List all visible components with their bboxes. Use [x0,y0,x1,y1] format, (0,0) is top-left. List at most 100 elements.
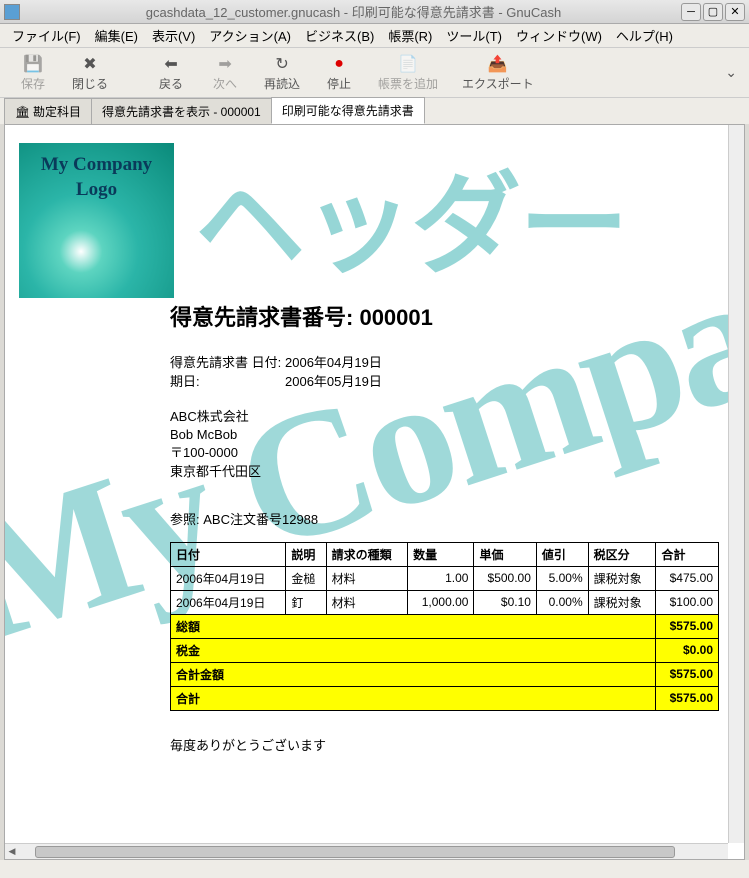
close-window-button[interactable]: ✕ [725,3,745,21]
tab-printable-invoice-label: 印刷可能な得意先請求書 [282,102,414,119]
toolbar-overflow-icon[interactable]: ⌄ [721,60,741,85]
close-icon: ✖ [79,53,101,75]
reload-label: 再読込 [264,75,300,92]
cell-discount: 5.00% [536,566,588,590]
table-row: 2006年04月19日金槌材料1.00$500.005.00%課税対象$475.… [171,566,719,590]
invoice-body: 得意先請求書番号: 000001 得意先請求書 日付: 2006年04月19日 … [170,300,719,754]
app-icon [4,4,20,20]
scroll-left-icon[interactable]: ◀ [5,845,19,859]
back-button[interactable]: ⬅ 戻る [146,51,196,94]
cell-date: 2006年04月19日 [171,566,286,590]
reload-button[interactable]: ↻ 再読込 [254,51,310,94]
cell-unit: $0.10 [474,590,536,614]
tab-show-invoice[interactable]: 得意先請求書を表示 - 000001 [91,98,272,124]
forward-button: ➡ 次へ [200,51,250,94]
statusbar [0,860,749,878]
col-discount: 値引 [536,542,588,566]
tab-bar: 🏛 勘定科目 得意先請求書を表示 - 000001 印刷可能な得意先請求書 [0,98,749,124]
invoice-dates: 得意先請求書 日付: 2006年04月19日 期日: 2006年05月19日 [170,352,719,390]
tax-row: 税金 $0.00 [171,638,719,662]
menu-help[interactable]: ヘルプ(H) [610,24,679,47]
horizontal-scrollbar[interactable]: ◀ [5,843,728,859]
titlebar: gcashdata_12_customer.gnucash - 印刷可能な得意先… [0,0,749,24]
save-label: 保存 [21,75,45,92]
cell-type: 材料 [326,566,408,590]
forward-icon: ➡ [214,53,236,75]
reload-icon: ↻ [271,53,293,75]
thanks-message: 毎度ありがとうございます [170,735,719,754]
forward-label: 次へ [213,75,237,92]
col-date: 日付 [171,542,286,566]
minimize-button[interactable]: ─ [681,3,701,21]
vertical-scrollbar[interactable] [728,125,744,843]
menu-business[interactable]: ビジネス(B) [299,24,380,47]
tab-show-invoice-label: 得意先請求書を表示 - 000001 [102,103,261,120]
invoice-title: 得意先請求書番号: 000001 [170,300,719,332]
menu-file[interactable]: ファイル(F) [6,24,87,47]
col-total: 合計 [656,542,719,566]
col-unit: 単価 [474,542,536,566]
total-row: 合計 $575.00 [171,686,719,710]
logo-line2: Logo [41,178,152,203]
toolbar: 💾 保存 ✖ 閉じる ⬅ 戻る ➡ 次へ ↻ 再読込 ● 停止 📄 帳票を追加 … [0,48,749,98]
logo-line1: My Company [41,153,152,178]
cell-qty: 1,000.00 [408,590,474,614]
cell-total: $475.00 [656,566,719,590]
amount-row: 合計金額 $575.00 [171,662,719,686]
menu-edit[interactable]: 編集(E) [89,24,144,47]
customer-line4: 東京都千代田区 [170,463,719,481]
tab-printable-invoice[interactable]: 印刷可能な得意先請求書 [271,97,425,124]
close-button[interactable]: ✖ 閉じる [62,51,118,94]
col-tax: 税区分 [588,542,656,566]
stop-button[interactable]: ● 停止 [314,51,364,94]
back-label: 戻る [159,75,183,92]
tab-accounts[interactable]: 🏛 勘定科目 [4,98,92,124]
cell-discount: 0.00% [536,590,588,614]
cell-unit: $500.00 [474,566,536,590]
save-button: 💾 保存 [8,51,58,94]
menubar: ファイル(F) 編集(E) 表示(V) アクション(A) ビジネス(B) 帳票(… [0,24,749,48]
report-content: ヘッダー My Company My Company Logo 得意先請求書番号… [4,124,745,860]
tab-accounts-label: 勘定科目 [33,103,81,120]
scroll-thumb[interactable] [35,846,675,858]
menu-actions[interactable]: アクション(A) [203,24,297,47]
maximize-button[interactable]: ▢ [703,3,723,21]
col-qty: 数量 [408,542,474,566]
invoice-date-value: 2006年04月19日 [285,352,382,371]
table-row: 2006年04月19日釘材料1,000.00$0.100.00%課税対象$100… [171,590,719,614]
cell-date: 2006年04月19日 [171,590,286,614]
invoice-date-label: 得意先請求書 日付: [170,352,285,371]
close-label: 閉じる [72,75,108,92]
customer-line3: 〒100-0000 [170,444,719,462]
company-logo: My Company Logo [19,143,174,298]
header-watermark: ヘッダー [195,135,627,295]
cell-tax: 課税対象 [588,590,656,614]
due-date-value: 2006年05月19日 [285,371,382,390]
invoice-reference: 参照: ABC注文番号12988 [170,509,719,528]
invoice-table: 日付 説明 請求の種類 数量 単価 値引 税区分 合計 2006年04月19日金… [170,542,719,711]
table-header-row: 日付 説明 請求の種類 数量 単価 値引 税区分 合計 [171,542,719,566]
col-type: 請求の種類 [326,542,408,566]
cell-type: 材料 [326,590,408,614]
back-icon: ⬅ [160,53,182,75]
window-title: gcashdata_12_customer.gnucash - 印刷可能な得意先… [26,2,681,21]
subtotal-row: 総額 $575.00 [171,614,719,638]
due-date-label: 期日: [170,371,285,390]
customer-line2: Bob McBob [170,426,719,444]
customer-line1: ABC株式会社 [170,408,719,426]
stop-icon: ● [328,53,350,75]
stop-label: 停止 [327,75,351,92]
export-label: エクスポート [462,75,534,92]
cell-qty: 1.00 [408,566,474,590]
menu-windows[interactable]: ウィンドウ(W) [510,24,608,47]
add-report-button: 📄 帳票を追加 [368,51,448,94]
save-icon: 💾 [22,53,44,75]
col-desc: 説明 [286,542,326,566]
menu-view[interactable]: 表示(V) [146,24,201,47]
menu-reports[interactable]: 帳票(R) [382,24,438,47]
export-button[interactable]: 📤 エクスポート [452,51,544,94]
customer-info: ABC株式会社 Bob McBob 〒100-0000 東京都千代田区 [170,408,719,481]
cell-tax: 課税対象 [588,566,656,590]
cell-desc: 金槌 [286,566,326,590]
menu-tools[interactable]: ツール(T) [440,24,508,47]
